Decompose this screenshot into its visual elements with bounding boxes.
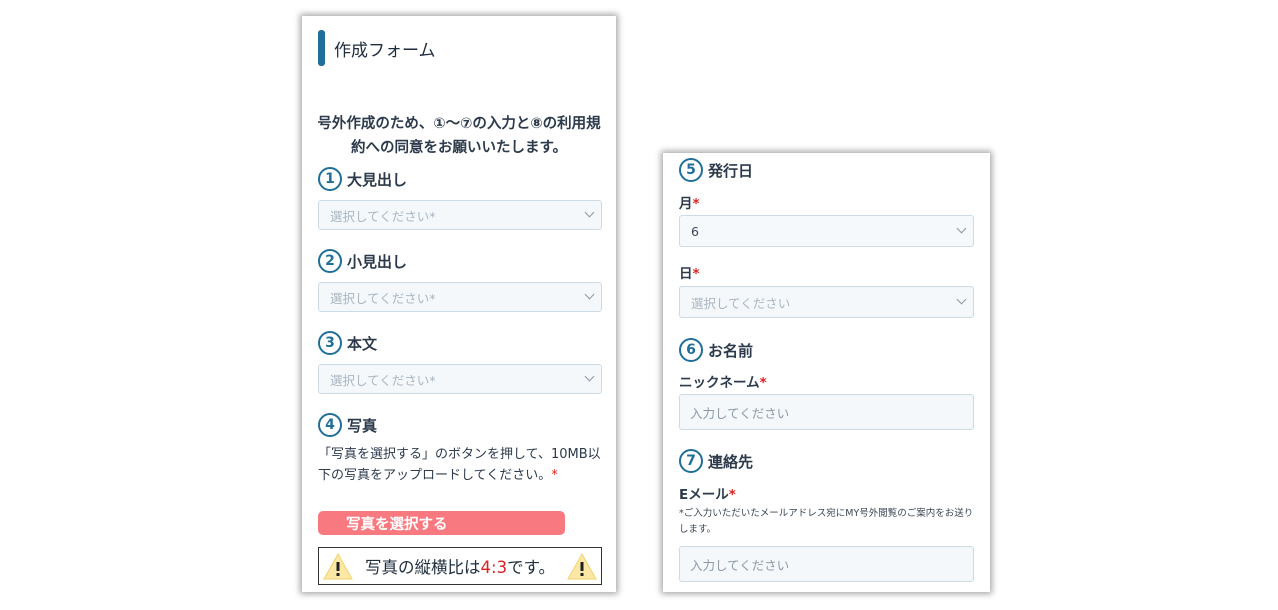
section-issue-date: 5 発行日 <box>679 158 753 182</box>
chevron-down-icon <box>956 223 967 234</box>
form-panel-right: 5 発行日 月* 6 日* 選択してください 6 お名前 ニックネーム* 入力し… <box>663 153 990 592</box>
chevron-down-icon <box>584 289 595 300</box>
step-number-icon: 2 <box>318 249 342 273</box>
chevron-down-icon <box>584 371 595 382</box>
chevron-down-icon <box>956 294 967 305</box>
step-number-icon: 5 <box>679 158 703 182</box>
month-select[interactable]: 6 <box>679 215 974 247</box>
month-label-text: 月 <box>679 196 693 212</box>
step-number-icon: 7 <box>679 449 703 473</box>
section-label: 発行日 <box>708 161 754 180</box>
headline-select[interactable]: 選択してください* <box>318 200 602 230</box>
select-photo-button[interactable]: 写真を選択する <box>318 511 565 535</box>
form-panel-left: 作成フォーム 号外作成のため、①〜⑦の入力と⑧の利用規約への同意をお願いいたしま… <box>302 16 616 592</box>
section-label: 大見出し <box>347 170 408 189</box>
notice-text: 写真の縦横比は4:3です。 <box>365 554 555 578</box>
form-title: 作成フォーム <box>318 30 436 66</box>
nickname-label-text: ニックネーム <box>679 375 760 391</box>
day-select[interactable]: 選択してください <box>679 286 974 318</box>
chevron-down-icon <box>584 207 595 218</box>
notice-suffix: です。 <box>507 558 555 577</box>
select-photo-button-label: 写真を選択する <box>346 516 448 533</box>
required-mark: * <box>692 196 700 212</box>
email-label: Eメール* <box>679 483 736 503</box>
email-input[interactable]: 入力してください <box>679 546 974 582</box>
step-number-icon: 3 <box>318 331 342 355</box>
title-accent-bar <box>318 30 325 66</box>
nickname-input[interactable]: 入力してください <box>679 394 974 430</box>
notice-ratio: 4:3 <box>480 558 508 577</box>
required-mark: * <box>551 468 558 483</box>
day-label: 日* <box>679 262 700 282</box>
section-label: 小見出し <box>347 252 408 271</box>
select-placeholder: 選択してください* <box>330 372 436 388</box>
section-label: 本文 <box>347 334 378 353</box>
intro-text: 号外作成のため、①〜⑦の入力と⑧の利用規約への同意をお願いいたします。 <box>317 116 601 156</box>
section-headline: 1 大見出し <box>318 167 407 191</box>
month-value: 6 <box>691 223 699 239</box>
required-mark: * <box>692 266 700 282</box>
section-label: 連絡先 <box>708 452 754 471</box>
input-placeholder: 入力してください <box>690 405 790 421</box>
step-number-icon: 6 <box>679 338 703 362</box>
step-number-icon: 4 <box>318 413 342 437</box>
section-label: 写真 <box>347 416 378 435</box>
photo-description: 「写真を選択する」のボタンを押して、10MB以下の写真をアップロードしてください… <box>318 444 606 486</box>
warning-icon <box>323 552 353 580</box>
subheadline-select[interactable]: 選択してください* <box>318 282 602 312</box>
email-label-text: Eメール <box>679 487 729 503</box>
email-note: *ご入力いただいたメールアドレス宛にMY号外閲覧のご案内をお送りします。 <box>679 508 974 535</box>
section-body: 3 本文 <box>318 331 377 355</box>
aspect-ratio-notice: 写真の縦横比は4:3です。 <box>318 547 602 585</box>
select-placeholder: 選択してください* <box>330 290 436 306</box>
form-title-text: 作成フォーム <box>334 40 436 61</box>
section-photo: 4 写真 <box>318 413 377 437</box>
notice-prefix: 写真の縦横比は <box>365 558 481 577</box>
day-label-text: 日 <box>679 266 693 282</box>
nickname-label: ニックネーム* <box>679 371 767 391</box>
photo-desc-text: 「写真を選択する」のボタンを押して、10MB以下の写真をアップロードしてください… <box>318 447 601 483</box>
section-label: お名前 <box>708 341 754 360</box>
section-name: 6 お名前 <box>679 338 753 362</box>
body-select[interactable]: 選択してください* <box>318 364 602 394</box>
input-placeholder: 入力してください <box>690 557 790 573</box>
section-contact: 7 連絡先 <box>679 449 753 473</box>
step-number-icon: 1 <box>318 167 342 191</box>
select-placeholder: 選択してください* <box>330 208 436 224</box>
warning-icon <box>567 552 597 580</box>
section-subheadline: 2 小見出し <box>318 249 407 273</box>
select-placeholder: 選択してください <box>691 295 791 311</box>
required-mark: * <box>759 375 767 391</box>
required-mark: * <box>728 487 736 503</box>
month-label: 月* <box>679 192 700 212</box>
